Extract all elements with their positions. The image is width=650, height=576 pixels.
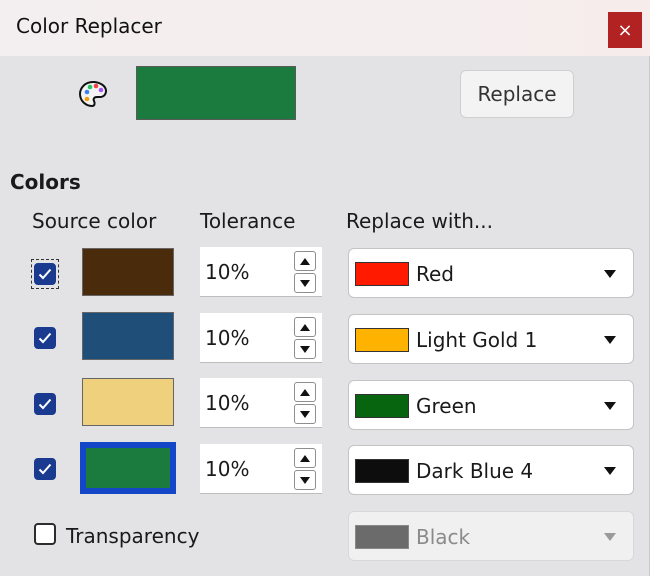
close-icon: ×: [617, 19, 633, 41]
row-2-replace-label: Light Gold 1: [416, 328, 538, 352]
chevron-down-icon: [604, 533, 616, 541]
colors-section-title: Colors: [10, 170, 81, 194]
row-4-replace-swatch: [355, 459, 409, 483]
up-arrow-icon: [300, 323, 310, 331]
row-4-increment-button[interactable]: [294, 448, 316, 468]
row-3-tolerance-spinner[interactable]: 10%: [200, 378, 322, 428]
row-3-replace-swatch: [355, 394, 409, 418]
row-2-increment-button[interactable]: [294, 317, 316, 337]
down-arrow-icon: [300, 279, 310, 287]
row-1-tolerance-value[interactable]: 10%: [205, 260, 249, 284]
preview-color-swatch[interactable]: [136, 66, 296, 120]
row-3-replace-label: Green: [416, 394, 477, 418]
row-2-replace-swatch: [355, 328, 409, 352]
row-4-replace-dropdown[interactable]: Dark Blue 4: [348, 445, 634, 495]
row-4-source-swatch[interactable]: [80, 442, 176, 494]
row-2-source-swatch[interactable]: [82, 312, 174, 360]
row-3-decrement-button[interactable]: [294, 404, 316, 424]
up-arrow-icon: [300, 388, 310, 396]
row-2-tolerance-spinner[interactable]: 10%: [200, 313, 322, 363]
transparency-replace-label: Black: [416, 525, 471, 549]
chevron-down-icon: [604, 402, 616, 410]
transparency-replace-swatch: [355, 525, 409, 549]
row-3-increment-button[interactable]: [294, 382, 316, 402]
row-4-tolerance-spinner[interactable]: 10%: [200, 444, 322, 494]
row-3-tolerance-value[interactable]: 10%: [205, 391, 249, 415]
row-1-replace-swatch: [355, 262, 409, 286]
chevron-down-icon: [604, 336, 616, 344]
row-1-checkbox[interactable]: [34, 263, 56, 285]
window-title: Color Replacer: [16, 14, 162, 38]
down-arrow-icon: [300, 476, 310, 484]
replace-button[interactable]: Replace: [460, 70, 574, 118]
up-arrow-icon: [300, 257, 310, 265]
row-1-tolerance-spinner[interactable]: 10%: [200, 247, 322, 297]
down-arrow-icon: [300, 410, 310, 418]
row-1-decrement-button[interactable]: [294, 273, 316, 293]
row-1-replace-label: Red: [416, 262, 454, 286]
row-4-tolerance-value[interactable]: 10%: [205, 457, 249, 481]
transparency-checkbox[interactable]: [34, 523, 56, 545]
row-1-source-swatch[interactable]: [82, 248, 174, 296]
row-4-checkbox[interactable]: [34, 458, 56, 480]
transparency-label: Transparency: [66, 524, 200, 548]
chevron-down-icon: [604, 270, 616, 278]
down-arrow-icon: [300, 345, 310, 353]
row-2-replace-dropdown[interactable]: Light Gold 1: [348, 314, 634, 364]
row-4-replace-label: Dark Blue 4: [416, 459, 534, 483]
row-3-replace-dropdown[interactable]: Green: [348, 380, 634, 430]
transparency-replace-dropdown[interactable]: Black: [348, 511, 634, 561]
row-1-increment-button[interactable]: [294, 251, 316, 271]
source-color-header: Source color: [32, 209, 157, 233]
tolerance-header: Tolerance: [200, 209, 296, 233]
row-3-source-swatch[interactable]: [82, 378, 174, 426]
up-arrow-icon: [300, 454, 310, 462]
palette-icon[interactable]: [78, 80, 108, 108]
row-2-checkbox[interactable]: [34, 327, 56, 349]
row-2-decrement-button[interactable]: [294, 339, 316, 359]
row-2-tolerance-value[interactable]: 10%: [205, 326, 249, 350]
row-3-checkbox[interactable]: [34, 393, 56, 415]
row-1-replace-dropdown[interactable]: Red: [348, 248, 634, 298]
color-replacer-dialog: Color Replacer × Replace Colors Source c…: [0, 0, 650, 576]
chevron-down-icon: [604, 467, 616, 475]
title-bar: Color Replacer ×: [0, 0, 650, 56]
row-4-decrement-button[interactable]: [294, 470, 316, 490]
replace-with-header: Replace with...: [346, 209, 493, 233]
close-button[interactable]: ×: [608, 12, 642, 48]
